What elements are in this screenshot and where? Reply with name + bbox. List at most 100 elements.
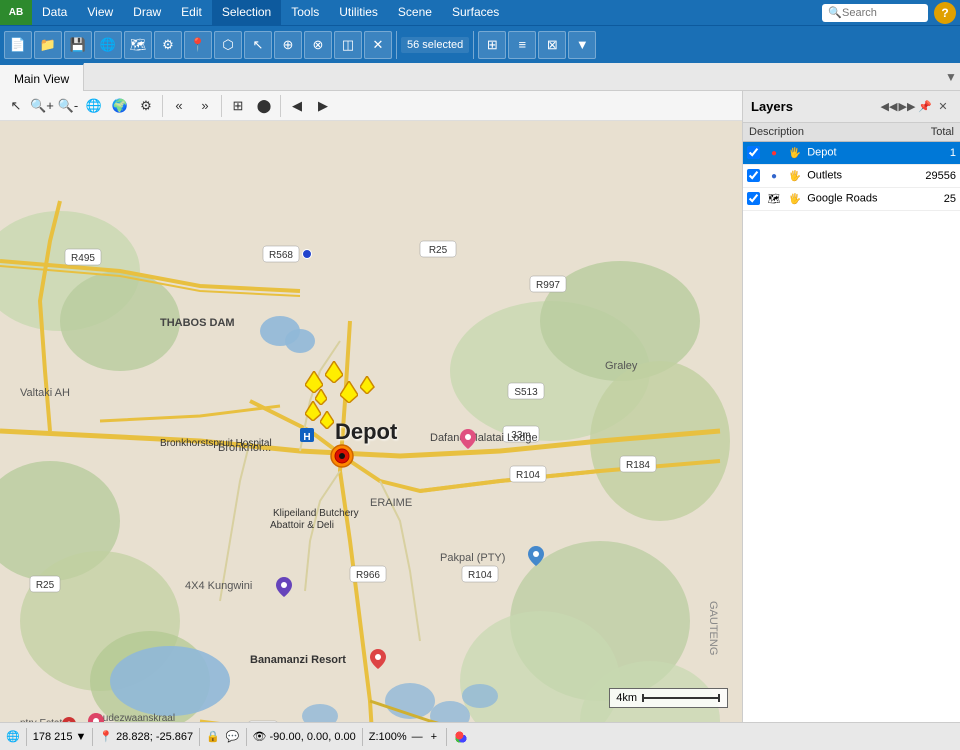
svg-text:THABOS DAM: THABOS DAM [160, 317, 235, 329]
new-button[interactable]: 📄 [4, 31, 32, 59]
zoom-plus[interactable]: + [428, 731, 440, 743]
zoom-out-tool[interactable]: 🔍- [56, 94, 80, 118]
menu-scene[interactable]: Scene [388, 0, 442, 25]
layer-outlets-cell: ● 🖐 Outlets [743, 165, 913, 188]
tab-main-view[interactable]: Main View [0, 63, 84, 91]
zoom-minus[interactable]: — [409, 731, 426, 743]
table-button[interactable]: ⊞ [478, 31, 506, 59]
svg-text:GAUTENG: GAUTENG [707, 601, 719, 655]
location-button[interactable]: 📍 [184, 31, 212, 59]
scale-bar: 4km [609, 688, 728, 708]
select-button[interactable]: ↖ [244, 31, 272, 59]
more-button[interactable]: ▼ [568, 31, 596, 59]
map-canvas[interactable]: GAUTENG R495 R568 R25 R997 33m R104 [0, 121, 742, 722]
eye-icon: 👁 [253, 730, 267, 743]
record-count-value: 178 215 [33, 731, 73, 743]
layer-row-outlets[interactable]: ● 🖐 Outlets 29556 [743, 165, 960, 188]
layer-outlets-total: 29556 [913, 165, 960, 188]
status-dots[interactable] [453, 729, 469, 745]
col-total: Total [913, 123, 960, 142]
status-sep-6 [446, 728, 447, 746]
svg-text:R966: R966 [356, 570, 380, 581]
select2-button[interactable]: ⊕ [274, 31, 302, 59]
settings-button[interactable]: ⚙ [154, 31, 182, 59]
menu-edit[interactable]: Edit [171, 0, 212, 25]
layer-row-depot[interactable]: ● 🖐 Depot 1 [743, 142, 960, 165]
record-count-dropdown[interactable]: ▼ [75, 731, 86, 743]
status-lock[interactable]: 🔒 [206, 730, 220, 743]
chevron-right-tool[interactable]: ▶ [311, 94, 335, 118]
table2-button[interactable]: ≡ [508, 31, 536, 59]
layer-depot-cell: ● 🖐 Depot [743, 142, 913, 165]
chevron-left-tool[interactable]: ◀ [285, 94, 309, 118]
export-button[interactable]: ⊠ [538, 31, 566, 59]
menu-draw[interactable]: Draw [123, 0, 171, 25]
svg-text:Graley: Graley [605, 360, 638, 372]
globe2-button[interactable]: 🗺 [124, 31, 152, 59]
search-area[interactable]: 🔍 [822, 4, 928, 22]
layer-roads-cell: 🗺 🖐 Google Roads [743, 188, 913, 211]
save-button[interactable]: 💾 [64, 31, 92, 59]
status-message[interactable]: 💬 [226, 730, 240, 743]
svg-text:R104: R104 [516, 470, 540, 481]
help-button[interactable]: ? [934, 2, 956, 24]
message-icon: 💬 [226, 730, 240, 743]
menu-selection[interactable]: Selection [212, 0, 281, 25]
layers-collapse-left[interactable]: ◀◀ [880, 98, 898, 116]
coordinates-value: 28.828; -25.867 [116, 731, 193, 743]
menu-data[interactable]: Data [32, 0, 77, 25]
svg-text:Pakpal (PTY): Pakpal (PTY) [440, 552, 505, 564]
menu-tools[interactable]: Tools [281, 0, 329, 25]
svg-text:Valtaki AH: Valtaki AH [20, 387, 70, 399]
oudezwaanskraal-pin [88, 713, 104, 722]
svg-text:Dafane Malatai Lodge: Dafane Malatai Lodge [430, 432, 538, 444]
svg-text:R997: R997 [536, 280, 560, 291]
toolbar: 📄 📁 💾 🌐 🗺 ⚙ 📍 ⬡ ↖ ⊕ ⊗ ◫ ✕ 56 selected ⊞ … [0, 25, 960, 63]
status-record-count: 178 215 ▼ [33, 731, 87, 743]
polygon-button[interactable]: ⬡ [214, 31, 242, 59]
select4-button[interactable]: ◫ [334, 31, 362, 59]
layer-outlets-checkbox[interactable] [747, 169, 760, 182]
toolbar-separator-2 [473, 31, 474, 59]
map-svg: GAUTENG R495 R568 R25 R997 33m R104 [0, 121, 742, 722]
rewind-tool[interactable]: « [167, 94, 191, 118]
web-globe-tool[interactable]: 🌐 [82, 94, 106, 118]
selected-count-label: 56 selected [401, 37, 469, 53]
menu-items: Data View Draw Edit Selection Tools Util… [32, 0, 822, 25]
layer-row-google-roads[interactable]: 🗺 🖐 Google Roads 25 [743, 188, 960, 211]
svg-text:Banamanzi Resort: Banamanzi Resort [250, 654, 346, 666]
depot-marker[interactable] [330, 444, 354, 471]
menu-surfaces[interactable]: Surfaces [442, 0, 509, 25]
layers-pin[interactable]: 📌 [916, 98, 934, 116]
status-globe[interactable]: 🌐 [6, 730, 20, 743]
zoom-in-tool[interactable]: 🔍+ [30, 94, 54, 118]
svg-text:Oudezwaanskraal: Oudezwaanskraal [95, 713, 175, 722]
layers-title: Layers [751, 99, 880, 114]
layer-roads-hand-icon: 🖐 [787, 191, 803, 207]
grid-tool[interactable]: ⊞ [226, 94, 250, 118]
layers-collapse-right[interactable]: ▶▶ [898, 98, 916, 116]
forward-tool[interactable]: » [193, 94, 217, 118]
menu-utilities[interactable]: Utilities [329, 0, 388, 25]
search-icon: 🔍 [828, 6, 842, 19]
pakpal-pin [528, 546, 544, 569]
outlet-marker-7 [320, 411, 334, 429]
banamanzi-pin [370, 649, 386, 672]
open-button[interactable]: 📁 [34, 31, 62, 59]
layer-roads-checkbox[interactable] [747, 192, 760, 205]
solid-globe-tool[interactable]: 🌍 [108, 94, 132, 118]
ellipse-tool[interactable]: ⬤ [252, 94, 276, 118]
clear-button[interactable]: ✕ [364, 31, 392, 59]
menu-view[interactable]: View [77, 0, 123, 25]
layers-close[interactable]: ✕ [934, 98, 952, 116]
cursor-tool[interactable]: ↖ [4, 94, 28, 118]
tab-arrow-down[interactable]: ▼ [942, 63, 960, 91]
select3-button[interactable]: ⊗ [304, 31, 332, 59]
globe-button[interactable]: 🌐 [94, 31, 122, 59]
search-input[interactable] [842, 7, 922, 19]
outlet-marker-6 [305, 401, 321, 421]
map-settings-tool[interactable]: ⚙ [134, 94, 158, 118]
layer-depot-checkbox[interactable] [747, 146, 760, 159]
layer-depot-total: 1 [913, 142, 960, 165]
globe-small-icon: 🌐 [6, 730, 20, 743]
